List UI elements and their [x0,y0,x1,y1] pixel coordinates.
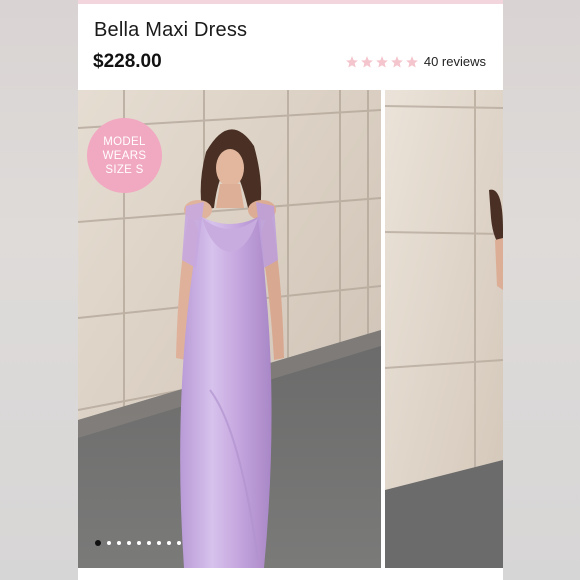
star-icon [376,55,388,67]
rating[interactable]: 40 reviews [345,54,486,69]
star-icon [406,55,418,67]
badge-line-3: SIZE S [105,163,144,176]
product-page: Bella Maxi Dress $228.00 40 reviews MODE… [78,0,503,580]
carousel-dot[interactable] [157,541,161,545]
next-product-photo[interactable] [385,90,503,568]
carousel-dot[interactable] [127,541,131,545]
backdrop-right [503,0,580,580]
backdrop-left [0,0,78,580]
model-size-badge: MODEL WEARS SIZE S [87,118,162,193]
star-icon [361,55,373,67]
carousel-dot[interactable] [137,541,141,545]
product-price: $228.00 [93,51,162,72]
reviews-link[interactable]: 40 reviews [424,54,486,69]
carousel-dot[interactable] [95,540,101,546]
badge-line-1: MODEL [103,135,146,148]
badge-line-2: WEARS [102,149,147,162]
star-icon [391,55,403,67]
carousel-dots[interactable] [95,540,181,546]
carousel-dot[interactable] [177,541,181,545]
product-title: Bella Maxi Dress [94,19,248,41]
carousel-dot[interactable] [117,541,121,545]
star-rating [345,55,419,69]
carousel-dot[interactable] [107,541,111,545]
product-photo[interactable]: MODEL WEARS SIZE S [78,90,381,568]
carousel-dot[interactable] [167,541,171,545]
carousel-dot[interactable] [147,541,151,545]
star-icon [346,55,358,67]
bottom-strip [78,568,503,580]
top-strip [78,0,503,4]
image-carousel[interactable]: MODEL WEARS SIZE S [78,90,503,568]
next-photo-image [385,90,503,568]
